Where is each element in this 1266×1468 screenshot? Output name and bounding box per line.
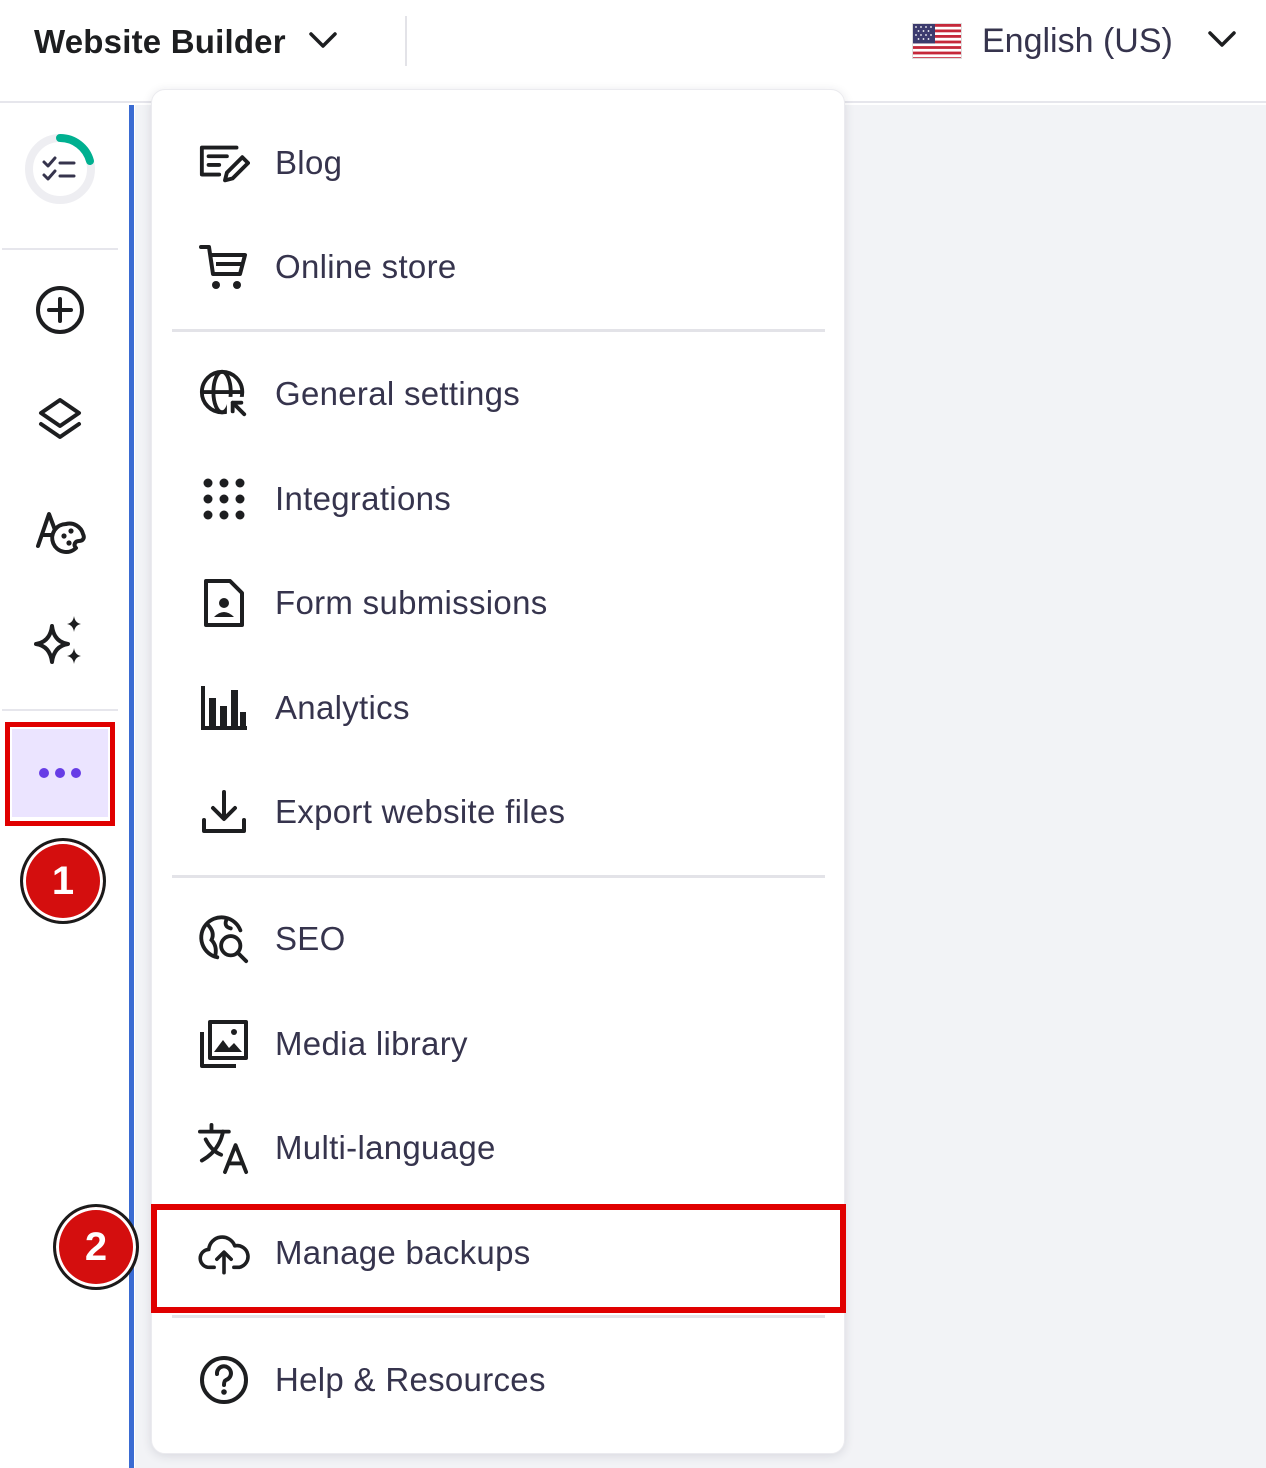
menu-item-form-submissions[interactable]: Form submissions [152, 551, 846, 655]
ai-tools-button[interactable] [20, 600, 100, 680]
sidebar-separator [2, 248, 118, 250]
menu-item-analytics[interactable]: Analytics [152, 656, 846, 760]
menu-item-help-resources[interactable]: Help & Resources [152, 1328, 846, 1432]
add-element-button[interactable] [20, 270, 100, 350]
menu-item-label: Blog [275, 144, 343, 181]
cart-icon [198, 241, 250, 293]
menu-item-general-settings[interactable]: General settings [152, 342, 846, 446]
download-icon [198, 786, 250, 838]
globe-settings-icon [198, 368, 250, 420]
form-document-icon [198, 577, 250, 629]
menu-item-blog[interactable]: Blog [152, 111, 846, 215]
menu-item-seo[interactable]: SEO [152, 887, 846, 991]
chevron-down-icon [308, 30, 338, 55]
menu-item-manage-backups[interactable]: Manage backups [152, 1201, 846, 1305]
menu-item-label: Analytics [275, 689, 410, 726]
menu-item-label: Manage backups [275, 1234, 531, 1271]
top-bar: Website Builder English (US) [0, 0, 1266, 103]
menu-item-media-library[interactable]: Media library [152, 992, 846, 1096]
help-icon [198, 1354, 250, 1406]
menu-item-label: General settings [275, 375, 521, 412]
more-button[interactable] [12, 729, 108, 817]
menu-item-label: Media library [275, 1025, 468, 1062]
app-title: Website Builder [34, 23, 286, 60]
seo-search-icon [198, 913, 250, 965]
menu-separator [172, 1315, 825, 1318]
plus-circle-icon [36, 286, 84, 334]
app-switcher[interactable]: Website Builder [34, 20, 338, 64]
checklist-icon [25, 133, 95, 204]
sidebar-separator [2, 709, 118, 711]
chevron-down-icon [1207, 29, 1237, 54]
blog-icon [198, 137, 250, 189]
step-badge-1: 1 [20, 838, 106, 924]
topbar-divider [405, 16, 407, 66]
styles-button[interactable] [20, 490, 100, 570]
bar-chart-icon [198, 682, 250, 734]
menu-separator [172, 329, 825, 332]
font-palette-icon [36, 512, 86, 554]
checklist-progress-button[interactable] [24, 133, 96, 205]
menu-item-label: Integrations [275, 480, 452, 517]
menu-item-label: Form submissions [275, 584, 548, 621]
menu-separator [172, 875, 825, 878]
menu-item-multi-language[interactable]: Multi-language [152, 1096, 846, 1200]
sparkles-icon [34, 616, 81, 664]
more-menu: Blog Online store General settings Integ… [151, 89, 845, 1454]
menu-item-integrations[interactable]: Integrations [152, 447, 846, 551]
menu-item-online-store[interactable]: Online store [152, 215, 846, 319]
menu-item-label: Multi-language [275, 1129, 496, 1166]
cloud-upload-icon [198, 1227, 250, 1279]
menu-item-label: Online store [275, 248, 457, 285]
step-badge-2: 2 [53, 1204, 139, 1290]
layers-icon [39, 398, 81, 439]
menu-item-label: Help & Resources [275, 1361, 546, 1398]
us-flag-icon [912, 23, 962, 59]
menu-item-label: Export website files [275, 793, 566, 830]
translate-icon [198, 1122, 250, 1174]
language-label: English (US) [982, 21, 1173, 60]
pages-layers-button[interactable] [20, 380, 100, 460]
menu-item-export-website-files[interactable]: Export website files [152, 760, 846, 864]
more-dots-icon [39, 768, 81, 778]
grid-dots-icon [198, 473, 250, 525]
media-library-icon [198, 1018, 250, 1070]
menu-item-label: SEO [275, 920, 346, 957]
language-selector[interactable]: English (US) [912, 18, 1237, 64]
